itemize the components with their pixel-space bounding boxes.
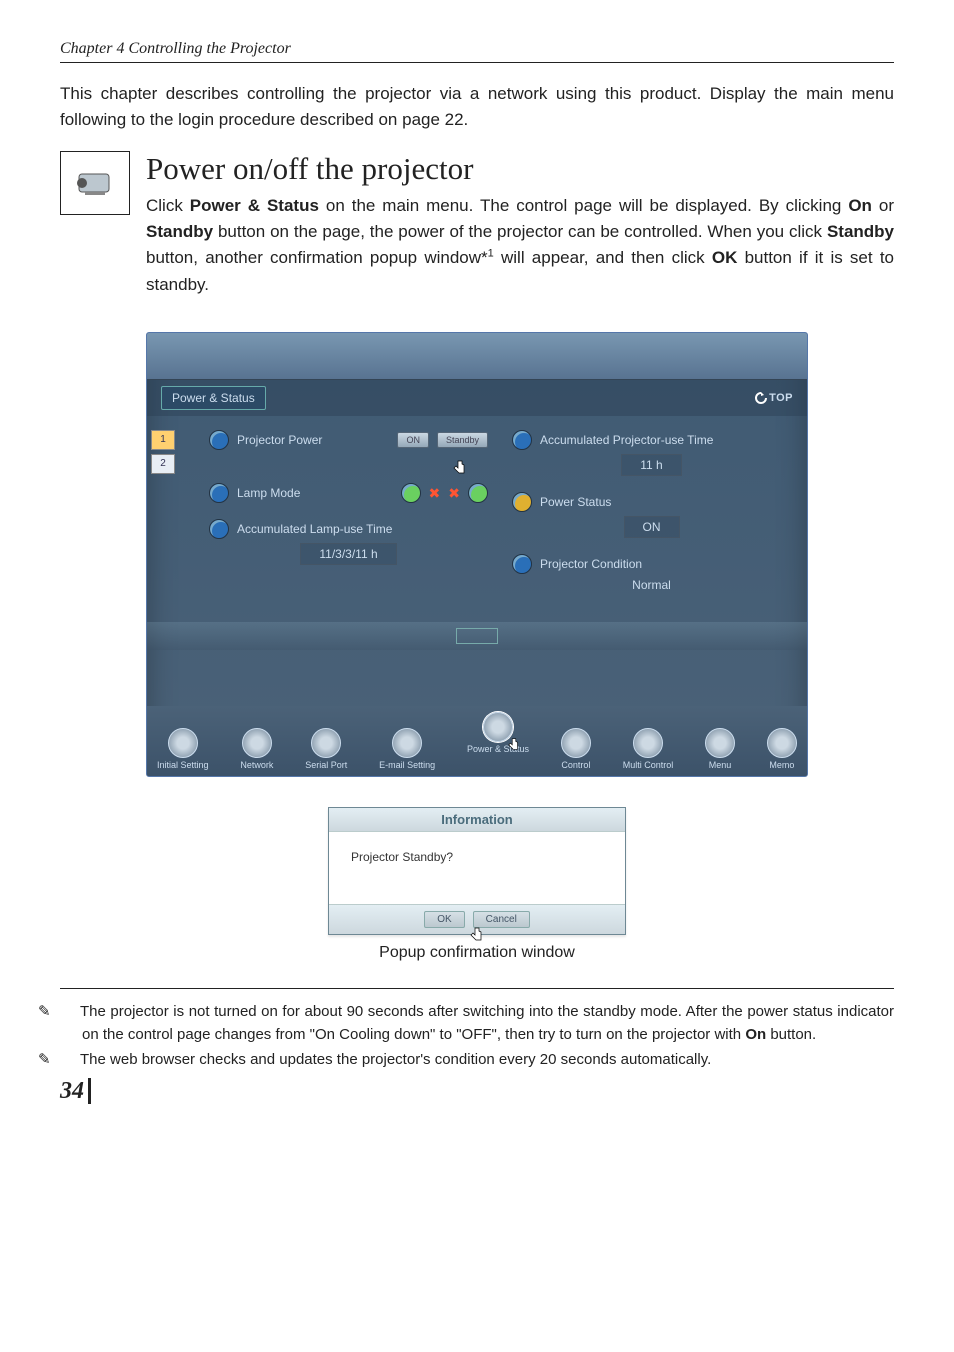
intro-paragraph: This chapter describes controlling the p… bbox=[60, 81, 894, 134]
chapter-header: Chapter 4 Controlling the Projector bbox=[60, 40, 894, 63]
side-tabs: 1 2 bbox=[147, 416, 193, 622]
cross-icon: ✖ bbox=[448, 485, 460, 502]
section-header-row: Power on/off the projector Click Power &… bbox=[60, 151, 894, 298]
note-icon: ✎ bbox=[60, 1049, 74, 1072]
top-link[interactable]: TOP bbox=[755, 392, 793, 404]
lamp-use-time-value: 11/3/3/11 h bbox=[300, 543, 396, 565]
footnote-separator bbox=[60, 988, 894, 989]
hand-cursor-icon bbox=[507, 737, 521, 753]
clock-icon bbox=[209, 519, 229, 539]
footnotes: ✎The projector is not turned on for abou… bbox=[60, 1001, 894, 1072]
dialog-message: Projector Standby? bbox=[329, 832, 625, 904]
section-body-text: Click Power & Status on the main menu. T… bbox=[146, 193, 894, 298]
condition-icon bbox=[512, 554, 532, 574]
right-column: Accumulated Projector-use Time 11 h Powe… bbox=[512, 430, 791, 608]
clock-icon bbox=[512, 430, 532, 450]
app-screenshot: Power & Status TOP 1 2 Projector Power O… bbox=[146, 332, 808, 777]
bottom-nav: Initial Setting Network Serial Port E-ma… bbox=[147, 706, 807, 776]
left-column: Projector Power ON Standby Lamp Mode ✖ ✖ bbox=[209, 430, 488, 608]
power-icon bbox=[209, 430, 229, 450]
standby-button[interactable]: Standby bbox=[437, 432, 488, 448]
nav-initial-setting[interactable]: Initial Setting bbox=[157, 728, 209, 770]
tab-1[interactable]: 1 bbox=[151, 430, 175, 450]
hand-cursor-icon bbox=[452, 459, 468, 478]
projector-use-time-label: Accumulated Projector-use Time bbox=[540, 433, 713, 447]
dialog-title: Information bbox=[329, 808, 625, 832]
lamp-mode-label: Lamp Mode bbox=[237, 486, 393, 500]
nav-serial-port[interactable]: Serial Port bbox=[305, 728, 347, 770]
on-button[interactable]: ON bbox=[397, 432, 429, 448]
projector-power-label: Projector Power bbox=[237, 433, 389, 447]
projector-condition-value: Normal bbox=[632, 578, 671, 592]
tab-2[interactable]: 2 bbox=[151, 454, 175, 474]
green-dot-icon bbox=[468, 483, 488, 503]
nav-network[interactable]: Network bbox=[240, 728, 273, 770]
nav-control[interactable]: Control bbox=[561, 728, 591, 770]
projector-icon bbox=[60, 151, 130, 215]
dialog-ok-button[interactable]: OK bbox=[424, 911, 464, 928]
green-dot-icon bbox=[401, 483, 421, 503]
nav-menu[interactable]: Menu bbox=[705, 728, 735, 770]
lamp-icon bbox=[209, 483, 229, 503]
nav-memo[interactable]: Memo bbox=[767, 728, 797, 770]
note-icon: ✎ bbox=[60, 1001, 74, 1024]
nav-email-setting[interactable]: E-mail Setting bbox=[379, 728, 435, 770]
power-status-label: Power Status bbox=[540, 495, 611, 509]
nav-power-status[interactable]: Power & Status bbox=[467, 712, 529, 770]
hand-cursor-icon bbox=[469, 926, 485, 947]
nav-multi-control[interactable]: Multi Control bbox=[623, 728, 674, 770]
section-title: Power on/off the projector bbox=[146, 151, 894, 187]
projector-use-time-value: 11 h bbox=[621, 454, 681, 476]
projector-condition-label: Projector Condition bbox=[540, 557, 642, 571]
lamp-use-time-label: Accumulated Lamp-use Time bbox=[237, 522, 392, 536]
power-status-value: ON bbox=[624, 516, 680, 538]
status-icon bbox=[512, 492, 532, 512]
cross-icon: ✖ bbox=[429, 485, 441, 502]
panel-title: Power & Status bbox=[161, 386, 266, 410]
page-number: 34 bbox=[60, 1078, 894, 1105]
confirmation-dialog: Information Projector Standby? OK Cancel bbox=[328, 807, 626, 935]
